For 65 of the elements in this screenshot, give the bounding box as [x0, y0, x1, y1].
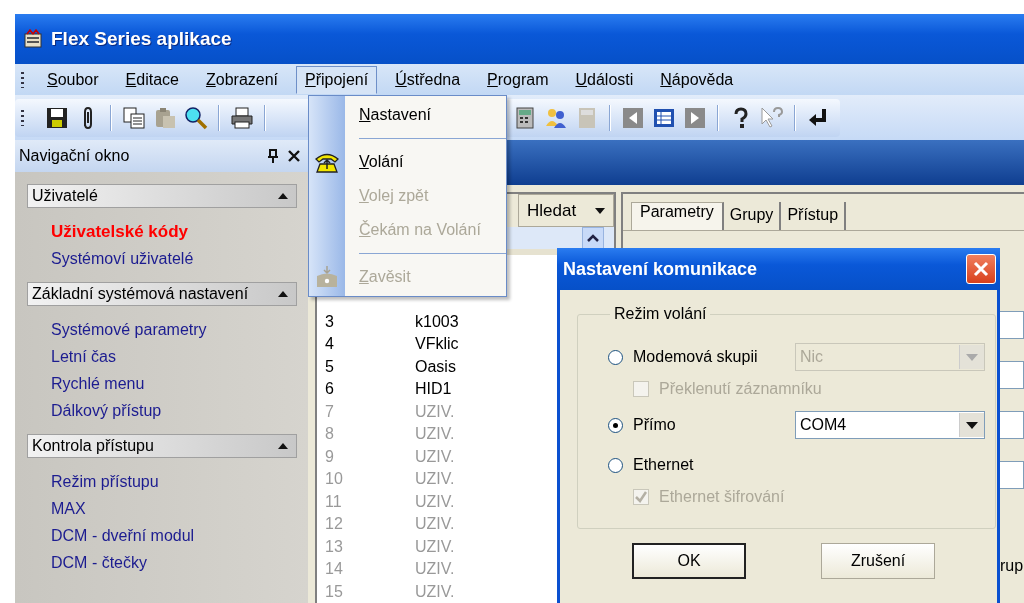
table-cell-text: 15 — [324, 582, 344, 601]
radio-label: Přímo — [633, 416, 677, 434]
menu-item[interactable]: Zobrazení — [196, 65, 287, 94]
navigation-link[interactable]: Režim přístupu — [51, 468, 159, 495]
table-cell: UZIV. — [415, 515, 455, 534]
menu-item[interactable]: Připojení — [296, 65, 378, 94]
menu-item[interactable]: Volání — [345, 153, 404, 171]
table-cell-text: 3 — [324, 312, 335, 331]
table-cell: UZIV. — [415, 492, 455, 511]
navigation-link[interactable]: Systémové parametry — [51, 316, 207, 343]
table-cell-text: 11 — [324, 492, 343, 511]
navigation-link[interactable]: Dálkový přístup — [51, 397, 162, 424]
table-cell-text: 14 — [324, 560, 344, 579]
search-dropdown-button[interactable]: Hledat — [518, 194, 614, 227]
table-cell-text: 8 — [324, 425, 335, 444]
table-cell: Oasis — [415, 357, 456, 376]
navigation-link[interactable]: Letní čas — [51, 343, 116, 370]
tab[interactable]: Grupy — [723, 202, 782, 230]
menu-item[interactable]: Nápověda — [651, 65, 743, 94]
dropdown-field[interactable]: COM4 — [795, 411, 985, 439]
table-cell: UZIV. — [415, 582, 455, 601]
navigation-link[interactable]: Systémoví uživatelé — [51, 245, 194, 272]
table-cell: k1003 — [415, 312, 459, 331]
table-cell: UZIV. — [415, 425, 455, 444]
tab[interactable]: Přístup — [781, 202, 847, 230]
table-cell: UZIV. — [415, 447, 455, 466]
table-cell-text: 6 — [324, 380, 335, 399]
menu-item[interactable]: Ústředna — [386, 65, 470, 94]
dialog-title: Nastavení komunikace — [563, 258, 758, 280]
menu-item[interactable]: Nastavení — [345, 106, 432, 124]
navigation-link[interactable]: MAX — [51, 495, 86, 522]
table-cell: UZIV. — [415, 560, 455, 579]
pane-title: Navigační okno — [19, 147, 131, 165]
navigation-link[interactable]: DCM - čtečky — [51, 549, 147, 576]
menu-item[interactable]: Program — [478, 65, 558, 94]
navigation-link[interactable]: Rychlé menu — [51, 370, 145, 397]
window-title: Flex Series aplikace — [51, 28, 232, 50]
section-header[interactable]: Kontrola přístupu — [27, 434, 297, 458]
table-cell-text: 7 — [324, 402, 335, 421]
menu-item[interactable]: Editace — [116, 65, 188, 94]
group-title: Režim volání — [613, 305, 708, 323]
table-cell-text: 13 — [324, 537, 344, 556]
section-header[interactable]: Základní systémová nastavení — [27, 282, 297, 306]
dialog-button[interactable]: Zrušení — [821, 543, 935, 579]
table-cell: UZIV. — [415, 470, 455, 489]
table-cell: HID1 — [415, 380, 452, 399]
radio-label: Modemová skupii — [633, 348, 759, 366]
dialog-button[interactable]: OK — [632, 543, 746, 579]
table-cell-text: 9 — [324, 447, 335, 466]
navigation-link[interactable]: DCM - dveřní modul — [51, 522, 195, 549]
menu-item[interactable]: Soubor — [38, 65, 108, 94]
table-cell-text: 4 — [324, 335, 335, 354]
table-cell: VFklic — [415, 335, 459, 354]
field-label: rup — [1000, 557, 1024, 575]
tab[interactable]: Parametry — [631, 202, 724, 230]
table-cell-text: 5 — [324, 357, 335, 376]
section-header[interactable]: Uživatelé — [27, 184, 297, 208]
table-cell: UZIV. — [415, 537, 455, 556]
menu-item[interactable]: Události — [566, 65, 643, 94]
checkbox-label: Ethernet šifrování — [659, 488, 785, 506]
checkbox-label: Překlenutí záznamníku — [659, 380, 822, 398]
table-cell-text: 10 — [324, 470, 344, 489]
table-cell-text: 12 — [324, 515, 344, 534]
radio-label: Ethernet — [633, 456, 695, 474]
table-cell: UZIV. — [415, 402, 455, 421]
